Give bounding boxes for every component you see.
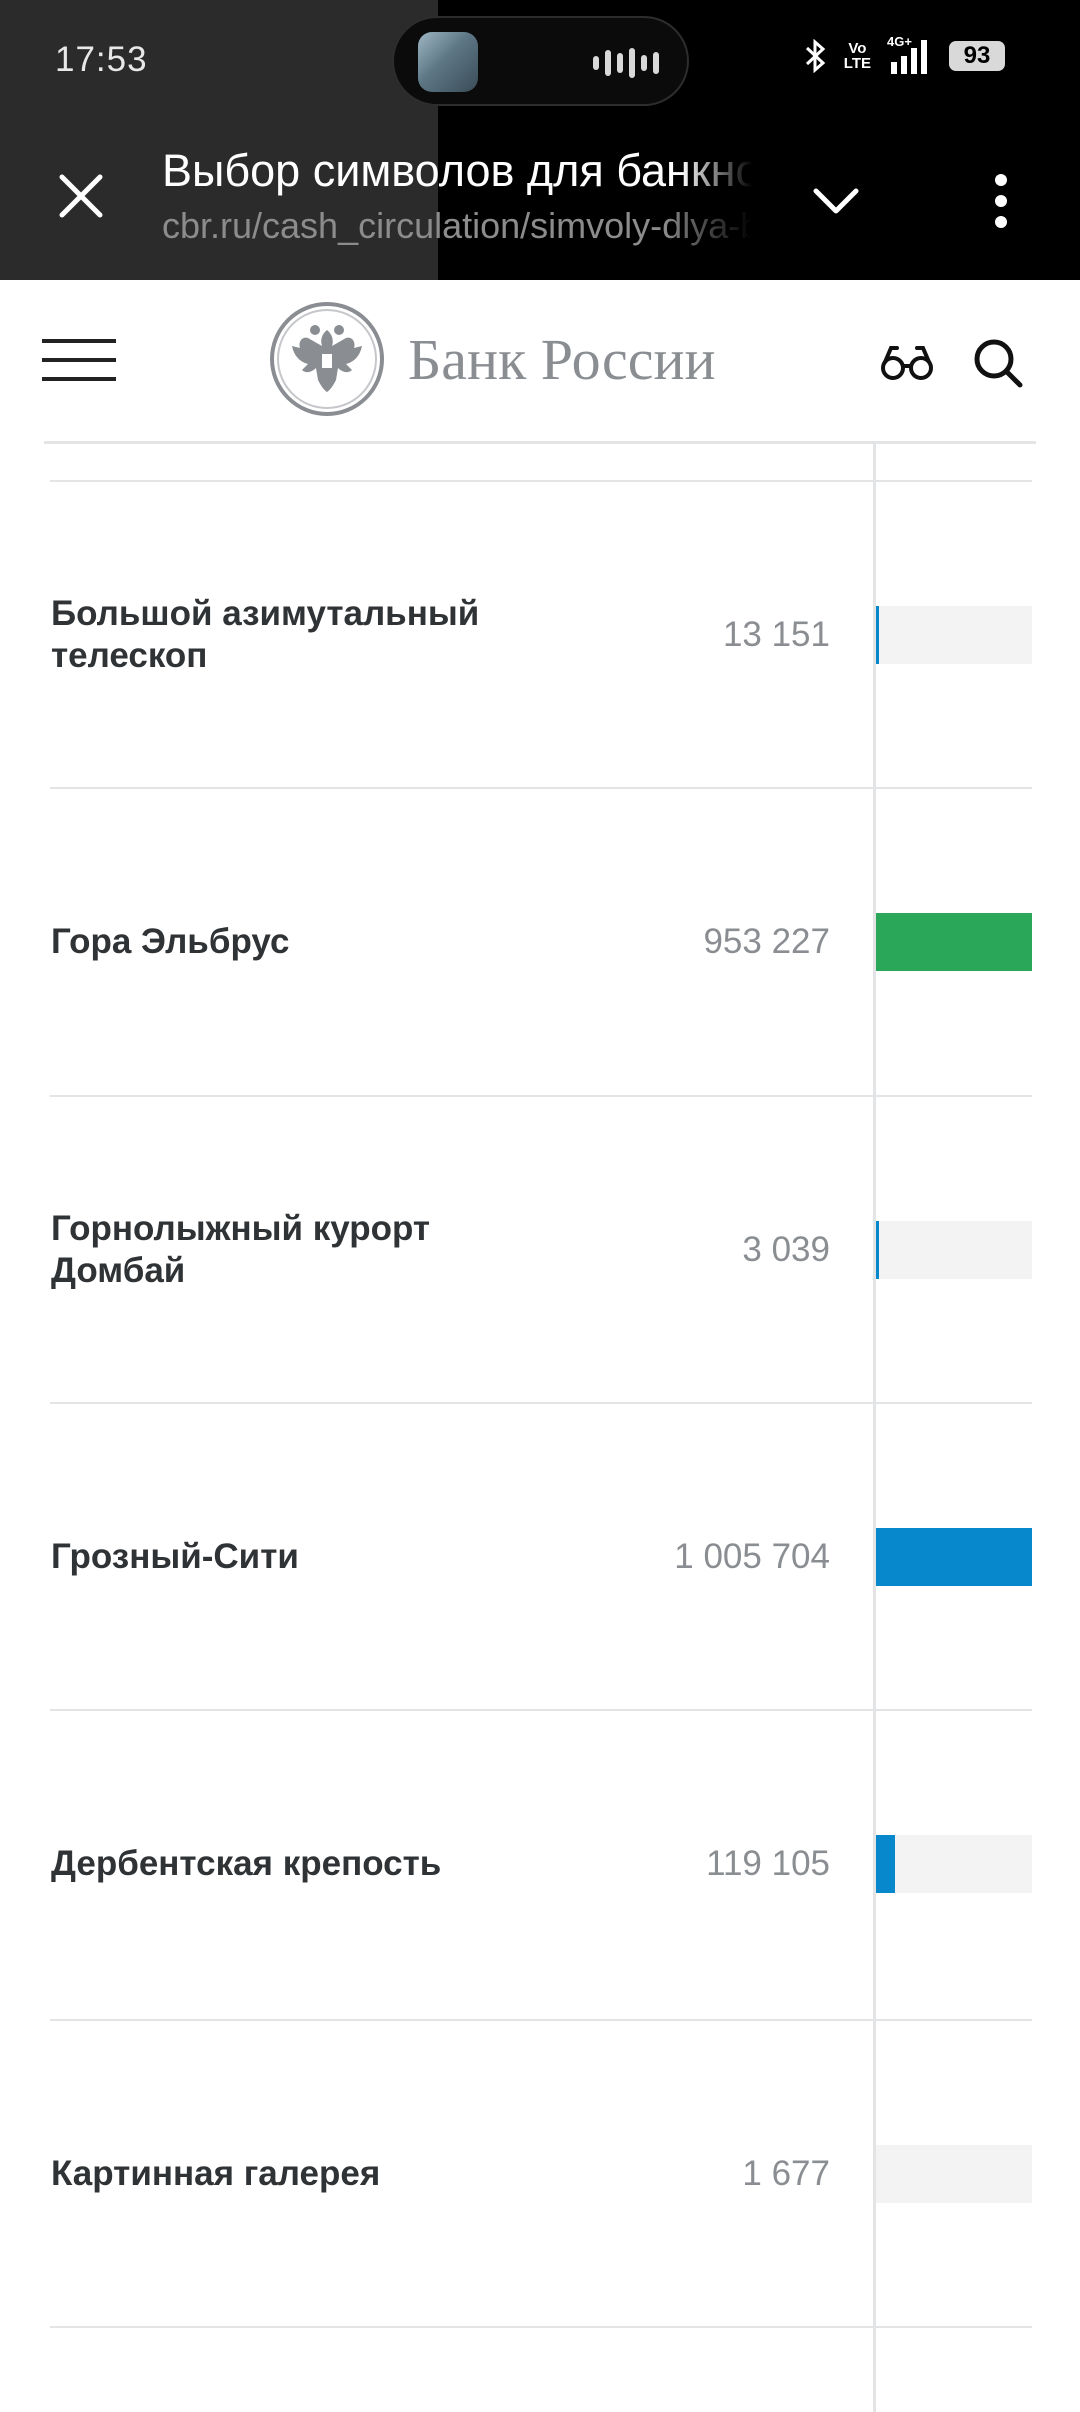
audio-wave-icon: [593, 48, 659, 78]
symbol-name: Картинная галерея: [51, 2154, 381, 2193]
vote-count: 13 151: [722, 615, 830, 654]
table-row[interactable]: Большой азимутальный телескоп 13 151: [0, 482, 1080, 788]
signal-icon: 4G+: [887, 34, 933, 74]
vote-bar-fill: [876, 1528, 1032, 1586]
expand-toolbar-button[interactable]: [800, 165, 872, 237]
table-row[interactable]: Грозный-Сити 1 005 704: [0, 1404, 1080, 1710]
vote-count: 1 677: [742, 2154, 830, 2193]
vote-count: 119 105: [706, 1844, 830, 1883]
glasses-icon: [881, 346, 933, 380]
vote-count: 1 005 704: [674, 1537, 830, 1576]
table-row[interactable]: Гора Эльбрус 953 227: [0, 789, 1080, 1095]
status-bar: 17:53 Vo LTE 4G+ 93: [0, 0, 1080, 280]
status-time: 17:53: [55, 40, 148, 79]
vote-bar-fill: [876, 913, 1032, 971]
close-icon: [59, 174, 103, 218]
double-headed-eagle-emblem: [270, 302, 384, 416]
dynamic-island[interactable]: [392, 16, 689, 106]
row-divider: [50, 2326, 1032, 2328]
vote-count: 953 227: [703, 922, 830, 961]
search-button[interactable]: [965, 330, 1031, 396]
more-vert-icon: [995, 174, 1007, 228]
page-url[interactable]: cbr.ru/cash_circulation/simvoly-dlya-ban…: [162, 205, 752, 247]
browser-toolbar: Выбор символов для банкнот cbr.ru/cash_c…: [0, 125, 1080, 280]
table-row[interactable]: Дербентская крепость 119 105: [0, 1711, 1080, 2017]
symbol-name: Грозный-Сити: [51, 1537, 299, 1576]
volte-indicator: Vo LTE: [843, 40, 871, 72]
accessibility-button[interactable]: [872, 332, 942, 392]
site-header: Банк России: [0, 280, 1080, 443]
symbol-name: Дербентская крепость: [51, 1844, 442, 1883]
status-icons: Vo LTE 4G+ 93: [804, 34, 1005, 74]
vote-bar-track: [876, 1221, 1032, 1279]
close-tab-button[interactable]: [45, 160, 117, 232]
vote-bar-track: [876, 2145, 1032, 2203]
vote-bar-fill: [876, 1221, 879, 1279]
more-options-button[interactable]: [965, 160, 1037, 242]
menu-button[interactable]: [42, 335, 120, 385]
vote-bar-track: [876, 1835, 1032, 1893]
vote-count: 3 039: [742, 1230, 830, 1269]
search-icon: [974, 339, 1023, 388]
vote-bar-fill: [876, 606, 879, 664]
battery-indicator: 93: [949, 41, 1005, 71]
table-row[interactable]: Картинная галерея 1 677: [0, 2021, 1080, 2327]
vote-results-table: Большой азимутальный телескоп 13 151 Гора …: [0, 444, 1080, 2412]
chevron-down-icon: [813, 188, 859, 214]
vote-bar-track: [876, 606, 1032, 664]
table-row[interactable]: Горнолыжный курорт Домбай 3 039: [0, 1097, 1080, 1403]
page-title[interactable]: Выбор символов для банкнот: [162, 145, 752, 197]
vote-bar-track: [876, 913, 1032, 971]
symbol-name: Гора Эльбрус: [51, 922, 290, 961]
symbol-name: Большой азимутальный телескоп: [51, 594, 480, 675]
bank-logo[interactable]: Банк России: [268, 300, 716, 418]
vote-bar-track: [876, 1528, 1032, 1586]
bluetooth-icon: [805, 39, 826, 73]
vote-bar-fill: [876, 1835, 895, 1893]
bank-name: Банк России: [408, 326, 716, 392]
symbol-name: Горнолыжный курорт Домбай: [51, 1209, 431, 1290]
media-thumbnail: [418, 32, 478, 92]
